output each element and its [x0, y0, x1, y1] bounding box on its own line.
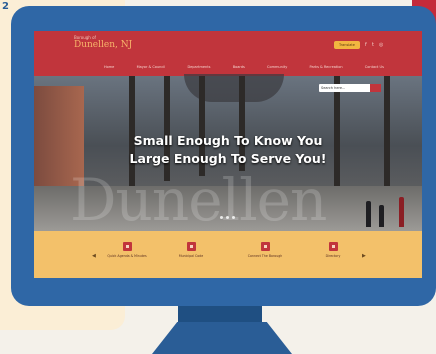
hero-pedestrian: [366, 201, 371, 227]
nav-item-mayor-council[interactable]: Mayor & Council: [137, 65, 166, 69]
search-bar[interactable]: Search here...: [319, 84, 381, 92]
people-icon: [328, 242, 338, 251]
site-title[interactable]: Dunellen, NJ: [74, 40, 132, 50]
hero-watermark: Dunellen: [70, 166, 327, 234]
slider-dot[interactable]: [226, 216, 229, 219]
translate-button[interactable]: Translate: [334, 41, 360, 49]
search-input[interactable]: Search here...: [321, 84, 345, 92]
hero-headline-line2: Large Enough To Serve You!: [129, 151, 327, 166]
hero-tree: [334, 76, 340, 186]
page-number: 2: [2, 1, 9, 12]
quick-link-agenda-minutes[interactable]: Quick Agenda & Minutes: [106, 242, 148, 258]
quick-link-municipal-code[interactable]: Municipal Code: [170, 242, 212, 258]
slider-dot[interactable]: [220, 216, 223, 219]
main-navigation: Home Mayor & Council Departments Boards …: [104, 65, 384, 69]
hero-pedestrian: [399, 197, 404, 227]
quick-link-label: Directory: [325, 254, 341, 258]
instagram-icon[interactable]: ◎: [379, 41, 383, 49]
monitor-stand-base: [152, 322, 292, 354]
slider-dot[interactable]: [232, 216, 235, 219]
nav-item-contact-us[interactable]: Contact Us: [365, 65, 384, 69]
quick-link-directory[interactable]: Directory: [312, 242, 354, 258]
quick-links-bar: ◀ Quick Agenda & Minutes Municipal Code …: [34, 231, 422, 278]
book-icon: [186, 242, 196, 251]
twitter-icon[interactable]: t: [372, 41, 374, 49]
nav-item-boards[interactable]: Boards: [233, 65, 245, 69]
quick-link-label: Connect The Borough: [247, 254, 283, 258]
quick-link-connect-borough[interactable]: Connect The Borough: [244, 242, 286, 258]
facebook-icon[interactable]: f: [365, 41, 367, 49]
quick-link-label: Municipal Code: [178, 254, 204, 258]
chat-icon: [260, 242, 270, 251]
nav-item-home[interactable]: Home: [104, 65, 114, 69]
website-screen: Borough of Dunellen, NJ Translate f t ◎ …: [34, 31, 422, 278]
search-button[interactable]: [370, 84, 381, 92]
site-header: Borough of Dunellen, NJ Translate f t ◎ …: [34, 31, 422, 76]
next-arrow-icon[interactable]: ▶: [362, 254, 366, 259]
slider-dots: [220, 216, 235, 219]
quick-link-label: Quick Agenda & Minutes: [107, 254, 147, 258]
nav-item-parks-recreation[interactable]: Parks & Recreation: [310, 65, 343, 69]
hero-banner: Dunellen Search here... Small Enough To …: [34, 74, 422, 234]
prev-arrow-icon[interactable]: ◀: [92, 254, 96, 259]
hero-headline-line1: Small Enough To Know You: [133, 133, 323, 148]
hero-pedestrian: [379, 205, 384, 227]
nav-item-community[interactable]: Community: [267, 65, 287, 69]
nav-item-departments[interactable]: Departments: [187, 65, 210, 69]
hero-headline: Small Enough To Know You Large Enough To…: [34, 132, 422, 168]
document-icon: [122, 242, 132, 251]
